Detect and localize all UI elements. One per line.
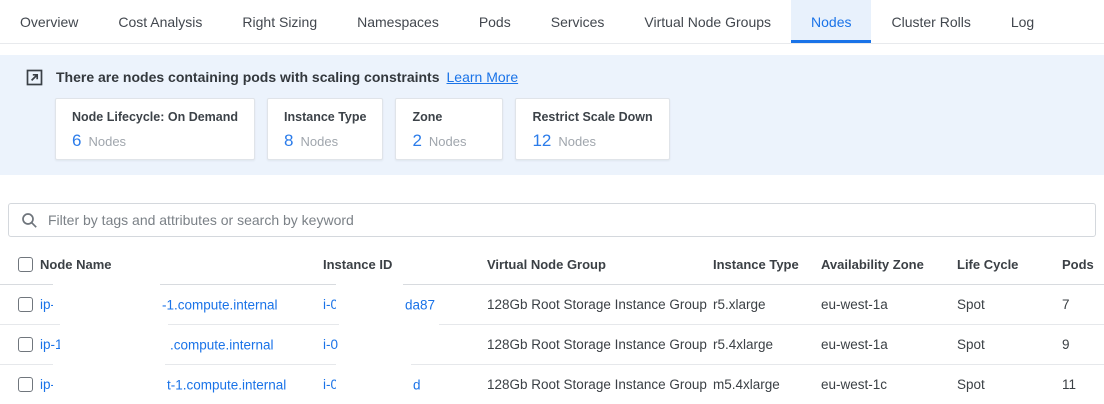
- constraint-cards: Node Lifecycle: On Demand 6 Nodes Instan…: [0, 98, 1104, 160]
- life-cycle-cell: Spot: [957, 297, 1062, 312]
- node-name-link[interactable]: ip- t-1.compute.internal: [40, 365, 323, 404]
- redaction-box: [336, 281, 403, 311]
- instance-id-fragment: i-0: [323, 337, 338, 352]
- node-name-fragment: -1.compute.internal: [162, 297, 278, 312]
- tab-cost-analysis[interactable]: Cost Analysis: [98, 0, 222, 43]
- vng-cell: 128Gb Root Storage Instance Group: [487, 377, 713, 392]
- table-row: ip- -1.compute.internal i-0 da87 128Gb R…: [0, 285, 1104, 325]
- availability-zone-cell: eu-west-1a: [821, 297, 957, 312]
- vng-cell: 128Gb Root Storage Instance Group: [487, 297, 713, 312]
- life-cycle-cell: Spot: [957, 337, 1062, 352]
- select-all-checkbox[interactable]: [18, 257, 33, 272]
- redaction-box: [336, 361, 411, 391]
- pods-cell: 7: [1062, 297, 1104, 312]
- col-availability-zone: Availability Zone: [821, 257, 957, 272]
- instance-type-cell: m5.4xlarge: [713, 377, 821, 392]
- col-life-cycle: Life Cycle: [957, 257, 1062, 272]
- node-name-fragment: .compute.internal: [170, 337, 274, 352]
- card-count: 12: [532, 131, 551, 151]
- node-name-fragment: t-1.compute.internal: [167, 377, 286, 392]
- nodes-table: Node Name Instance ID Virtual Node Group…: [0, 245, 1104, 404]
- card-unit: Nodes: [558, 134, 596, 149]
- card-unit: Nodes: [300, 134, 338, 149]
- tab-right-sizing[interactable]: Right Sizing: [222, 0, 337, 43]
- instance-id-link[interactable]: i-0 da87: [323, 285, 487, 324]
- filter-searchbar: [8, 203, 1096, 237]
- card-unit: Nodes: [88, 134, 126, 149]
- row-checkbox[interactable]: [18, 337, 33, 352]
- redaction-box: [60, 321, 168, 351]
- learn-more-link[interactable]: Learn More: [447, 69, 519, 85]
- redaction-box: [339, 321, 439, 351]
- card-unit: Nodes: [429, 134, 467, 149]
- pods-cell: 9: [1062, 337, 1104, 352]
- tab-virtual-node-groups[interactable]: Virtual Node Groups: [624, 0, 791, 43]
- tab-log[interactable]: Log: [991, 0, 1054, 43]
- instance-id-fragment: d: [413, 377, 421, 392]
- col-node-name: Node Name: [40, 257, 323, 272]
- card-zone[interactable]: Zone 2 Nodes: [395, 98, 503, 160]
- table-row: ip- t-1.compute.internal i-0 d 128Gb Roo…: [0, 365, 1104, 404]
- col-instance-type: Instance Type: [713, 257, 821, 272]
- availability-zone-cell: eu-west-1c: [821, 377, 957, 392]
- col-instance-id: Instance ID: [323, 257, 487, 272]
- table-row: ip-1 .compute.internal i-0 128Gb Root St…: [0, 325, 1104, 365]
- redaction-box: [53, 361, 165, 391]
- col-pods: Pods: [1062, 257, 1104, 272]
- card-title: Zone: [412, 110, 486, 124]
- card-title: Node Lifecycle: On Demand: [72, 110, 238, 124]
- node-name-link[interactable]: ip- -1.compute.internal: [40, 285, 323, 324]
- cluster-tabbar: Overview Cost Analysis Right Sizing Name…: [0, 0, 1104, 44]
- card-restrict-scale-down[interactable]: Restrict Scale Down 12 Nodes: [515, 98, 669, 160]
- tab-pods[interactable]: Pods: [459, 0, 531, 43]
- tab-overview[interactable]: Overview: [0, 0, 98, 43]
- availability-zone-cell: eu-west-1a: [821, 337, 957, 352]
- node-name-link[interactable]: ip-1 .compute.internal: [40, 325, 323, 364]
- tab-namespaces[interactable]: Namespaces: [337, 0, 459, 43]
- tab-services[interactable]: Services: [531, 0, 625, 43]
- row-checkbox[interactable]: [18, 377, 33, 392]
- life-cycle-cell: Spot: [957, 377, 1062, 392]
- search-icon: [21, 212, 38, 229]
- tab-cluster-rolls[interactable]: Cluster Rolls: [871, 0, 990, 43]
- pods-cell: 11: [1062, 377, 1104, 392]
- instance-id-fragment: da87: [405, 297, 435, 312]
- scaling-constraints-banner: There are nodes containing pods with sca…: [0, 55, 1104, 175]
- card-node-lifecycle[interactable]: Node Lifecycle: On Demand 6 Nodes: [55, 98, 255, 160]
- card-count: 6: [72, 131, 81, 151]
- search-input[interactable]: [48, 212, 1083, 228]
- instance-type-cell: r5.4xlarge: [713, 337, 821, 352]
- instance-id-link[interactable]: i-0: [323, 325, 487, 364]
- row-checkbox[interactable]: [18, 297, 33, 312]
- card-title: Instance Type: [284, 110, 366, 124]
- instance-type-cell: r5.xlarge: [713, 297, 821, 312]
- card-count: 8: [284, 131, 293, 151]
- tab-nodes[interactable]: Nodes: [791, 0, 871, 43]
- vng-cell: 128Gb Root Storage Instance Group: [487, 337, 713, 352]
- banner-message: There are nodes containing pods with sca…: [56, 69, 440, 85]
- card-count: 2: [412, 131, 421, 151]
- card-title: Restrict Scale Down: [532, 110, 652, 124]
- redaction-box: [53, 281, 160, 311]
- table-header-row: Node Name Instance ID Virtual Node Group…: [0, 245, 1104, 285]
- col-virtual-node-group: Virtual Node Group: [487, 257, 713, 272]
- card-instance-type[interactable]: Instance Type 8 Nodes: [267, 98, 383, 160]
- scale-out-icon: [26, 69, 43, 86]
- instance-id-link[interactable]: i-0 d: [323, 365, 487, 404]
